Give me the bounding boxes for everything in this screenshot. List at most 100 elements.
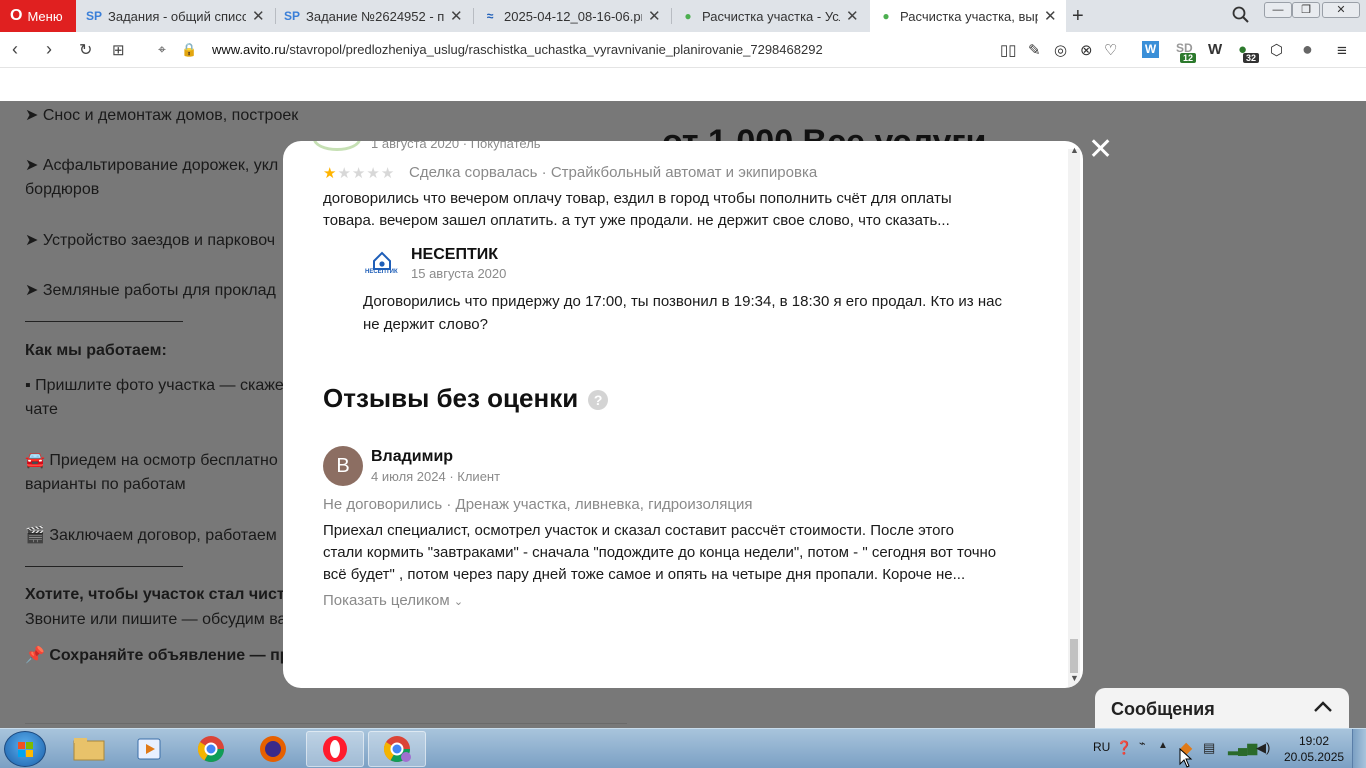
tab-label: Расчистка участка, вырав	[900, 8, 1038, 24]
how-we-work-heading: Как мы работаем:	[25, 342, 167, 359]
favorite-heart-icon[interactable]: ♡	[1104, 41, 1117, 59]
scroll-up-arrow-icon[interactable]: ▲	[1070, 145, 1079, 155]
new-tab-button[interactable]: +	[1072, 5, 1084, 28]
reload-icon[interactable]: ↻	[79, 40, 92, 60]
chevron-up-icon[interactable]	[1313, 700, 1333, 718]
address-bar: ‹ › ↻ ⊞ ⌖ 🔒 www.avito.ru/stavropol/predl…	[0, 32, 1366, 68]
description-line: бордюров	[25, 181, 100, 198]
show-more-link[interactable]: Показать целиком ⌄	[323, 592, 463, 609]
edit-icon[interactable]: ✎	[1028, 41, 1041, 59]
pen-input-icon[interactable]: ⌁	[1139, 737, 1146, 750]
tab-screenshot-png[interactable]: ≈ 2025-04-12_08-16-06.png ✕	[474, 0, 670, 32]
opera-taskbar-icon[interactable]	[306, 731, 364, 767]
windows-taskbar: RU ❓ ⌁ ▲ ◆ ▤ ▂▄▆ ◀) 19:02 20.05.2025	[0, 728, 1366, 768]
star-empty-icon: ★	[380, 165, 396, 182]
scrollbar-thumb[interactable]	[1070, 639, 1078, 673]
maximize-button[interactable]: ❐	[1292, 2, 1320, 18]
volume-icon[interactable]: ◀)	[1256, 740, 1270, 756]
seller-logo-text: НЕСЕПТИК	[365, 269, 398, 275]
firefox-taskbar-icon[interactable]	[244, 731, 302, 767]
avito-favicon-icon: ●	[684, 9, 692, 23]
chrome-taskbar-icon[interactable]	[182, 731, 240, 767]
opera-logo-icon: O	[10, 7, 23, 24]
messages-panel[interactable]: Сообщения	[1095, 688, 1349, 730]
word-extension-icon[interactable]: W	[1142, 41, 1159, 58]
menu-label: Меню	[27, 8, 63, 24]
media-player-taskbar-icon[interactable]	[120, 731, 178, 767]
star-empty-icon: ★	[337, 165, 352, 182]
keyboard-language-indicator[interactable]: RU	[1093, 740, 1110, 754]
tab-label: Задание №2624952 - про	[306, 8, 444, 24]
modal-scrollbar[interactable]: ▲ ▼	[1068, 145, 1080, 687]
description-line: ▪ Пришлите фото участка — скаже	[25, 377, 284, 394]
review-deal-status: Сделка сорвалась · Страйкбольный автомат…	[409, 164, 818, 181]
lock-icon[interactable]: 🔒	[181, 42, 197, 58]
tab-search-icon[interactable]	[1232, 6, 1250, 29]
reader-mode-icon[interactable]: ▯▯	[1000, 41, 1017, 59]
tab-label: 2025-04-12_08-16-06.png	[504, 8, 642, 24]
back-icon[interactable]: ‹	[12, 39, 18, 60]
messages-label: Сообщения	[1111, 698, 1215, 719]
review-deal-status: Не договорились · Дренаж участка, ливнев…	[323, 496, 753, 513]
tab-close-icon[interactable]: ✕	[1044, 7, 1058, 25]
snapshot-icon[interactable]: ◎	[1054, 41, 1067, 59]
tab-avito-listing-active[interactable]: ● Расчистка участка, вырав ✕	[870, 0, 1066, 32]
description-line: Звоните или пишите — обсудим ва	[25, 611, 287, 628]
image-favicon-icon: ≈	[486, 9, 494, 23]
url-host: www.avito.ru	[212, 42, 286, 57]
file-explorer-taskbar-icon[interactable]	[60, 731, 118, 767]
tab-close-icon[interactable]: ✕	[252, 7, 266, 25]
chevron-down-icon: ⌄	[453, 596, 464, 608]
speed-dial-icon[interactable]: ⊞	[112, 41, 125, 59]
show-desktop-button[interactable]	[1352, 729, 1366, 768]
review-text-line: всё будет" , потом через пару дней тоже …	[323, 566, 966, 583]
profile-avatar-icon[interactable]: ●	[1302, 39, 1313, 60]
close-window-button[interactable]: ✕	[1322, 2, 1360, 18]
tab-label: Расчистка участка - Услуг	[702, 8, 840, 24]
star-empty-icon: ★	[366, 165, 381, 182]
tab-close-icon[interactable]: ✕	[846, 7, 860, 25]
review-meta: 1 августа 2020 · Покупатель	[371, 141, 541, 151]
clock-time: 19:02	[1298, 734, 1330, 748]
avatar: В	[323, 446, 363, 486]
location-pin-icon[interactable]: ⌖	[158, 41, 166, 58]
forward-icon[interactable]: ›	[46, 39, 52, 60]
description-line: 🚘 Приедем на осмотр бесплатно	[25, 452, 278, 469]
divider-line	[25, 723, 627, 724]
browser-tab-bar: O Меню SP Задания - общий список з ✕ SP …	[0, 0, 1366, 32]
wiki-extension-icon[interactable]: W	[1208, 41, 1222, 58]
description-line: 🎬 Заключаем договор, работаем	[25, 527, 277, 544]
tab-close-icon[interactable]: ✕	[450, 7, 464, 25]
help-icon[interactable]: ?	[588, 390, 609, 411]
tab-task-2624952[interactable]: SP Задание №2624952 - про ✕	[276, 0, 472, 32]
easy-setup-menu-icon[interactable]: ≡	[1337, 41, 1347, 61]
help-circle-icon[interactable]: ❓	[1116, 740, 1132, 756]
seller-logo: НЕСЕПТИК	[365, 247, 398, 277]
scroll-down-arrow-icon[interactable]: ▼	[1070, 673, 1079, 683]
review-meta: 4 июля 2024 · Клиент	[371, 469, 501, 484]
tab-close-icon[interactable]: ✕	[648, 7, 662, 25]
description-line: 📌 Сохраняйте объявление — пр	[25, 647, 290, 664]
description-line: ➤ Земляные работы для проклад	[25, 282, 276, 299]
safely-remove-hardware-icon[interactable]: ▤	[1203, 740, 1215, 756]
minimize-button[interactable]: —	[1264, 2, 1292, 18]
start-button[interactable]	[4, 731, 46, 767]
reply-text-line: Договорились что придержу до 17:00, ты п…	[363, 293, 1002, 310]
description-line: варианты по работам	[25, 476, 186, 493]
reply-text-line: не держит слово?	[363, 316, 488, 333]
url-field[interactable]: www.avito.ru/stavropol/predlozheniya_usl…	[212, 42, 823, 57]
review-text-line: товара. вечером зашел оплатить. а тут уж…	[323, 212, 950, 229]
adblock-icon[interactable]: ⊗	[1080, 41, 1093, 59]
tab-avito-services[interactable]: ● Расчистка участка - Услуг ✕	[672, 0, 868, 32]
browser-menu-button[interactable]: O Меню	[0, 0, 76, 32]
chrome-profile-taskbar-icon[interactable]	[368, 731, 426, 767]
star-empty-icon: ★	[351, 165, 367, 182]
page-top-strip	[0, 68, 1366, 101]
tab-tasks-list[interactable]: SP Задания - общий список з ✕	[78, 0, 274, 32]
system-clock[interactable]: 19:02 20.05.2025	[1284, 733, 1344, 765]
cube-extension-icon[interactable]: ⬡	[1270, 41, 1283, 59]
sp-favicon-icon: SP	[284, 9, 301, 23]
network-signal-icon[interactable]: ▂▄▆	[1228, 740, 1257, 756]
modal-close-icon[interactable]: ✕	[1088, 135, 1113, 165]
show-hidden-icons-arrow-icon[interactable]: ▲	[1158, 740, 1168, 751]
